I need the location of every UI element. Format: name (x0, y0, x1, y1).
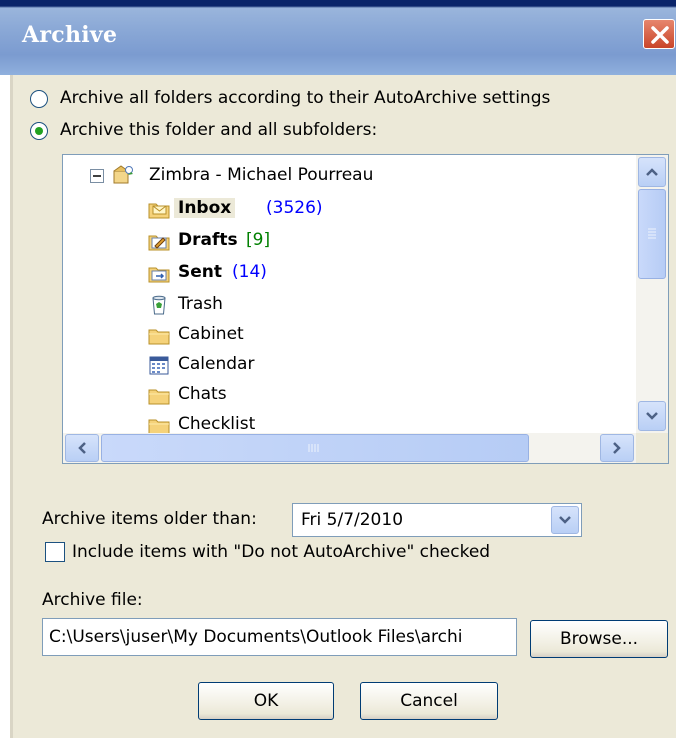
tree-item-count: (3526) (266, 198, 323, 218)
scroll-down-button[interactable] (638, 401, 666, 431)
older-than-date-value: Fri 5/7/2010 (301, 510, 404, 530)
mailbox-root-icon (113, 165, 133, 184)
radio-archive-this-folder[interactable] (30, 122, 48, 140)
close-button[interactable] (643, 19, 675, 49)
window-title: Archive (22, 22, 118, 48)
tree-item-label: Sent (178, 262, 223, 282)
tree-item-calendar[interactable]: Calendar (148, 351, 598, 381)
older-than-date-select[interactable]: Fri 5/7/2010 (292, 503, 582, 537)
vertical-scroll-thumb[interactable] (638, 189, 666, 279)
cancel-button[interactable]: Cancel (360, 682, 498, 720)
ok-button[interactable]: OK (198, 682, 334, 720)
sent-icon (148, 267, 170, 283)
radio-archive-all-label[interactable]: Archive all folders according to their A… (60, 88, 550, 108)
tree-item-chats[interactable]: Chats (148, 381, 598, 411)
tree-item-label: Trash (178, 294, 223, 314)
radio-archive-this-folder-label[interactable]: Archive this folder and all subfolders: (60, 120, 377, 140)
folder-tree[interactable]: Zimbra - Michael Pourreau Inbox (3526) D… (62, 154, 669, 464)
collapse-icon[interactable] (90, 169, 104, 183)
archive-file-path-value: C:\Users\juser\My Documents\Outlook File… (49, 627, 463, 647)
archive-file-path-input[interactable]: C:\Users\juser\My Documents\Outlook File… (42, 618, 517, 656)
tree-item-count: [9] (246, 230, 271, 250)
grip-icon (308, 444, 319, 452)
scroll-right-button[interactable] (600, 434, 634, 462)
tree-item-cabinet[interactable]: Cabinet (148, 321, 598, 351)
tree-item-inbox[interactable]: Inbox (3526) (148, 195, 598, 225)
inbox-icon (148, 203, 170, 219)
tree-item-label: Inbox (174, 198, 236, 218)
calendar-icon (149, 356, 169, 375)
date-dropdown-button[interactable] (551, 506, 579, 534)
horizontal-scrollbar[interactable] (63, 433, 636, 463)
window-left-shadow (10, 75, 13, 738)
horizontal-scroll-thumb[interactable] (101, 434, 529, 462)
tree-item-trash[interactable]: Trash (148, 291, 598, 321)
scrollbar-corner (636, 433, 668, 463)
chevron-left-icon (78, 442, 86, 454)
tree-item-label: Cabinet (178, 324, 244, 344)
grip-icon (648, 228, 656, 239)
archive-file-label: Archive file: (42, 590, 143, 610)
radio-archive-all-folders[interactable] (30, 90, 48, 108)
scroll-left-button[interactable] (65, 434, 99, 462)
tree-item-label: Chats (178, 384, 227, 404)
folder-icon (148, 329, 170, 345)
chevron-right-icon (613, 442, 621, 454)
include-do-not-autoarchive-checkbox[interactable] (45, 542, 65, 562)
tree-root[interactable]: Zimbra - Michael Pourreau (85, 163, 625, 193)
drafts-icon (148, 235, 170, 251)
close-icon (651, 26, 669, 44)
browse-button[interactable]: Browse... (530, 620, 668, 658)
chevron-up-icon (646, 168, 658, 176)
chevron-down-icon (646, 412, 658, 420)
radio-selected-dot (35, 127, 43, 135)
older-than-label: Archive items older than: (42, 509, 257, 529)
archive-dialog: Archive Archive all folders according to… (0, 0, 676, 738)
title-bar[interactable]: Archive (0, 0, 676, 75)
window-left-border (0, 75, 10, 738)
tree-root-label: Zimbra - Michael Pourreau (149, 165, 374, 185)
include-do-not-autoarchive-label[interactable]: Include items with "Do not AutoArchive" … (72, 542, 490, 562)
chevron-down-icon (559, 516, 571, 524)
tree-item-label: Checklist (178, 414, 256, 434)
scroll-up-button[interactable] (638, 157, 666, 187)
tree-item-drafts[interactable]: Drafts [9] (148, 227, 598, 257)
tree-item-label: Calendar (178, 354, 255, 374)
tree-item-count: (14) (232, 262, 267, 282)
trash-icon (152, 295, 166, 315)
vertical-scrollbar[interactable] (636, 155, 668, 433)
folder-icon (148, 389, 170, 405)
tree-item-sent[interactable]: Sent (14) (148, 259, 598, 289)
tree-item-label: Drafts (178, 230, 238, 250)
